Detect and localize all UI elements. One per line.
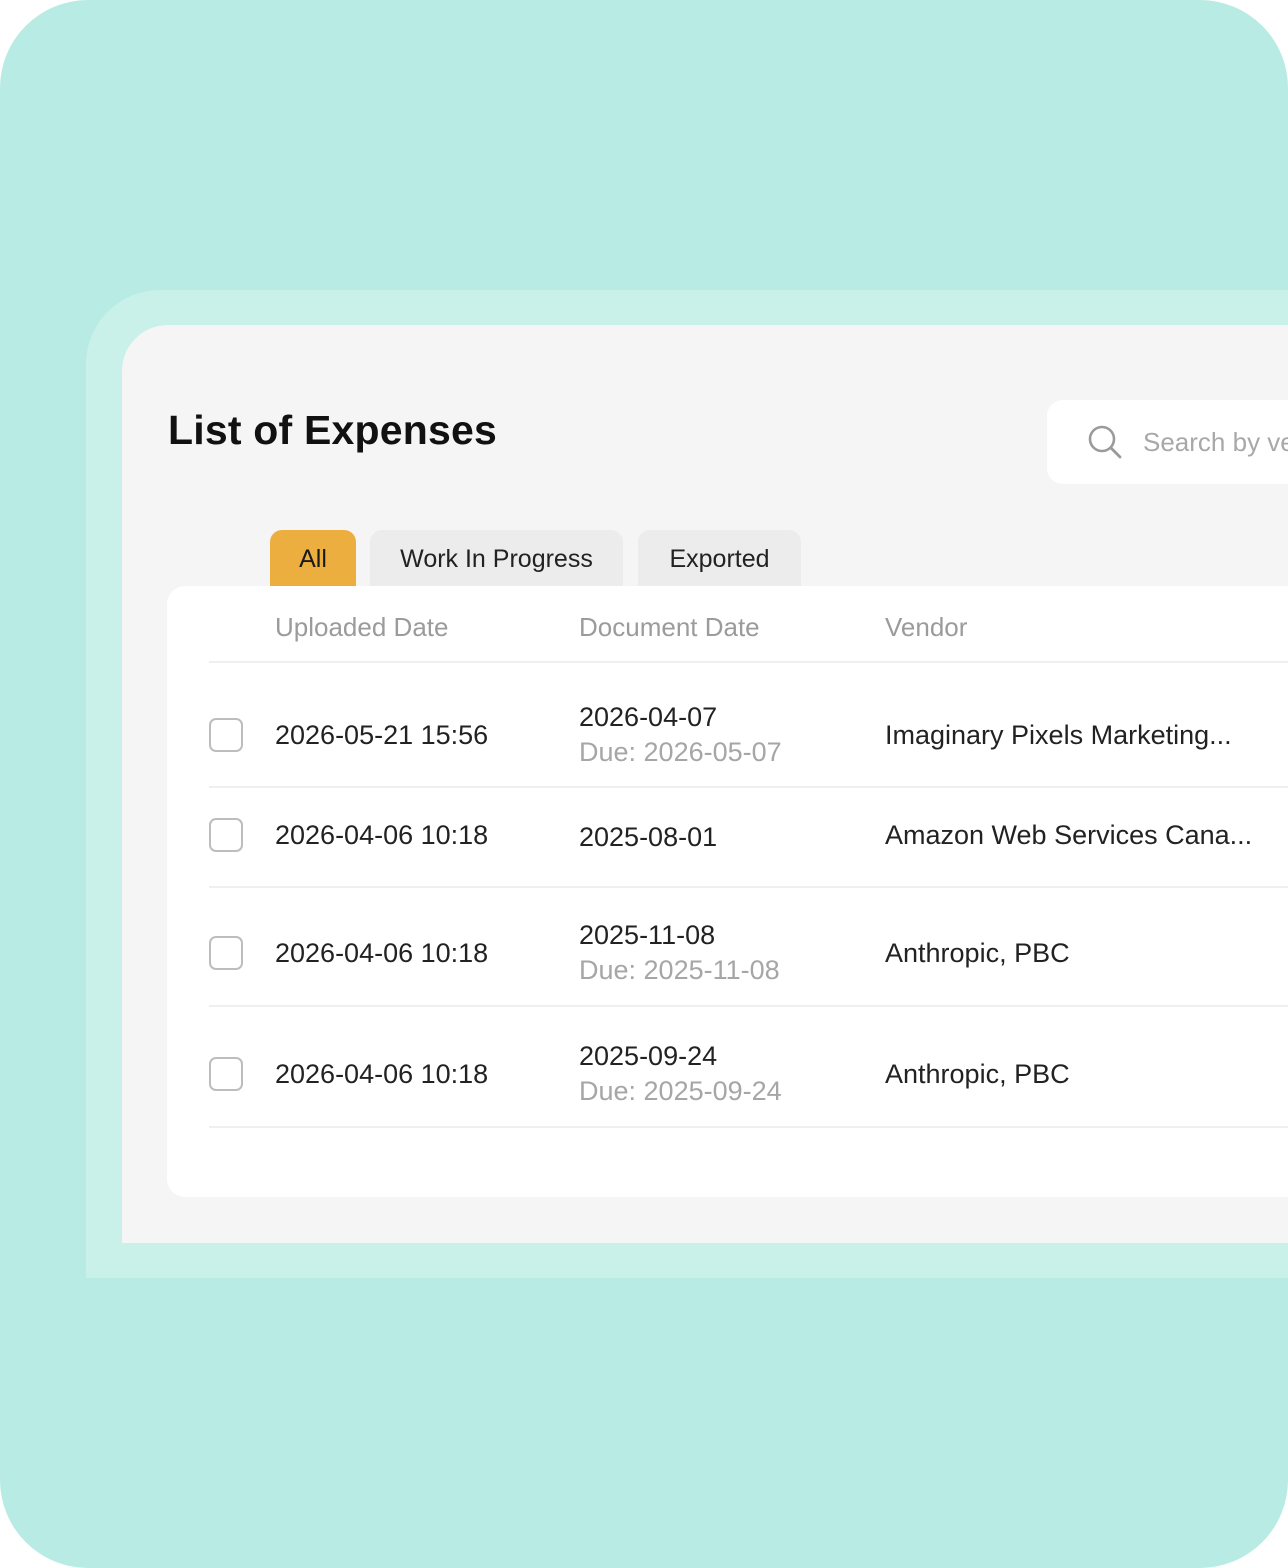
table-row[interactable]: 2026-04-06 10:18 2025-09-24 Due: 2025-09… [167,1007,1288,1126]
expenses-table: Uploaded Date Document Date Vendor 2026-… [167,586,1288,1197]
search-icon [1088,425,1122,459]
vendor-cell: Anthropic, PBC [885,1059,1070,1089]
tab-exported[interactable]: Exported [638,530,801,586]
row-divider [209,1126,1288,1128]
header-uploaded-date[interactable]: Uploaded Date [275,612,448,643]
row-checkbox[interactable] [209,718,243,752]
expenses-panel: List of Expenses All Work In Progress Ex… [122,325,1288,1243]
uploaded-date-cell: 2026-04-06 10:18 [275,1059,489,1089]
document-date-cell: 2025-08-01 [579,822,718,852]
header-document-date[interactable]: Document Date [579,612,760,643]
uploaded-date-cell: 2026-04-06 10:18 [275,820,489,850]
due-date-cell: Due: 2025-11-08 [579,955,780,985]
search-box[interactable] [1047,400,1288,484]
uploaded-date-cell: 2026-05-21 15:56 [275,720,489,750]
row-checkbox[interactable] [209,936,243,970]
vendor-cell: Imaginary Pixels Marketing... [885,720,1232,750]
vendor-cell: Anthropic, PBC [885,938,1070,968]
document-date-cell: 2025-09-24 [579,1041,718,1071]
page-title: List of Expenses [168,407,498,453]
row-checkbox[interactable] [209,1057,243,1091]
table-row[interactable]: 2026-05-21 15:56 2026-04-07 Due: 2026-05… [167,663,1288,786]
document-date-cell: 2026-04-07 [579,702,718,732]
document-date-cell: 2025-11-08 [579,920,716,950]
uploaded-date-cell: 2026-04-06 10:18 [275,938,489,968]
table-row[interactable]: 2026-04-06 10:18 2025-08-01 Amazon Web S… [167,788,1288,886]
due-date-cell: Due: 2025-09-24 [579,1076,782,1106]
header-vendor[interactable]: Vendor [885,612,967,643]
app-backdrop: List of Expenses All Work In Progress Ex… [0,0,1288,1568]
tab-all[interactable]: All [270,530,356,586]
tab-work-in-progress[interactable]: Work In Progress [370,530,623,586]
search-input[interactable] [1143,420,1288,464]
vendor-cell: Amazon Web Services Cana... [885,820,1253,850]
due-date-cell: Due: 2026-05-07 [579,737,782,767]
table-row[interactable]: 2026-04-06 10:18 2025-11-08 Due: 2025-11… [167,888,1288,1005]
row-checkbox[interactable] [209,818,243,852]
